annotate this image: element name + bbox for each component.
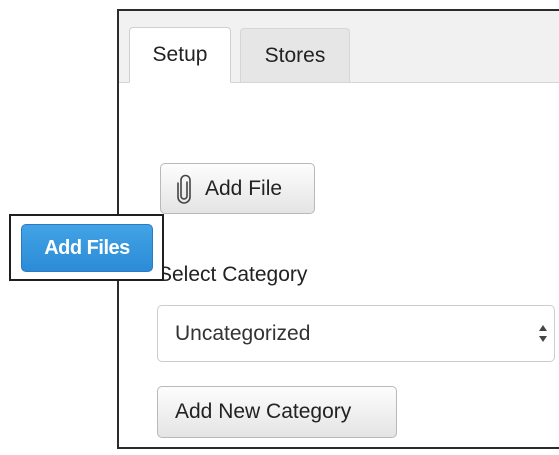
add-files-button[interactable]: Add Files (21, 224, 153, 272)
paperclip-icon (177, 174, 191, 204)
screenshot-stage: Setup Stores Add File Select Category Un… (0, 0, 559, 455)
tab-bar: Setup Stores (119, 11, 559, 83)
add-new-category-button[interactable]: Add New Category (157, 386, 397, 438)
category-select[interactable]: Uncategorized (157, 305, 555, 362)
tab-setup-label: Setup (152, 43, 208, 66)
add-new-category-label: Add New Category (175, 400, 352, 423)
add-file-label: Add File (205, 176, 283, 200)
plugin-panel: Setup Stores Add File Select Category Un… (117, 9, 559, 449)
select-category-label: Select Category (158, 263, 308, 286)
add-file-button[interactable]: Add File (160, 163, 315, 214)
tab-setup[interactable]: Setup (129, 27, 231, 83)
tab-stores[interactable]: Stores (240, 28, 350, 82)
tab-stores-label: Stores (264, 43, 326, 67)
category-selected-value: Uncategorized (175, 321, 311, 345)
add-files-callout: Add Files (9, 214, 164, 281)
add-files-label: Add Files (44, 236, 130, 259)
up-down-arrows-icon (538, 322, 548, 346)
